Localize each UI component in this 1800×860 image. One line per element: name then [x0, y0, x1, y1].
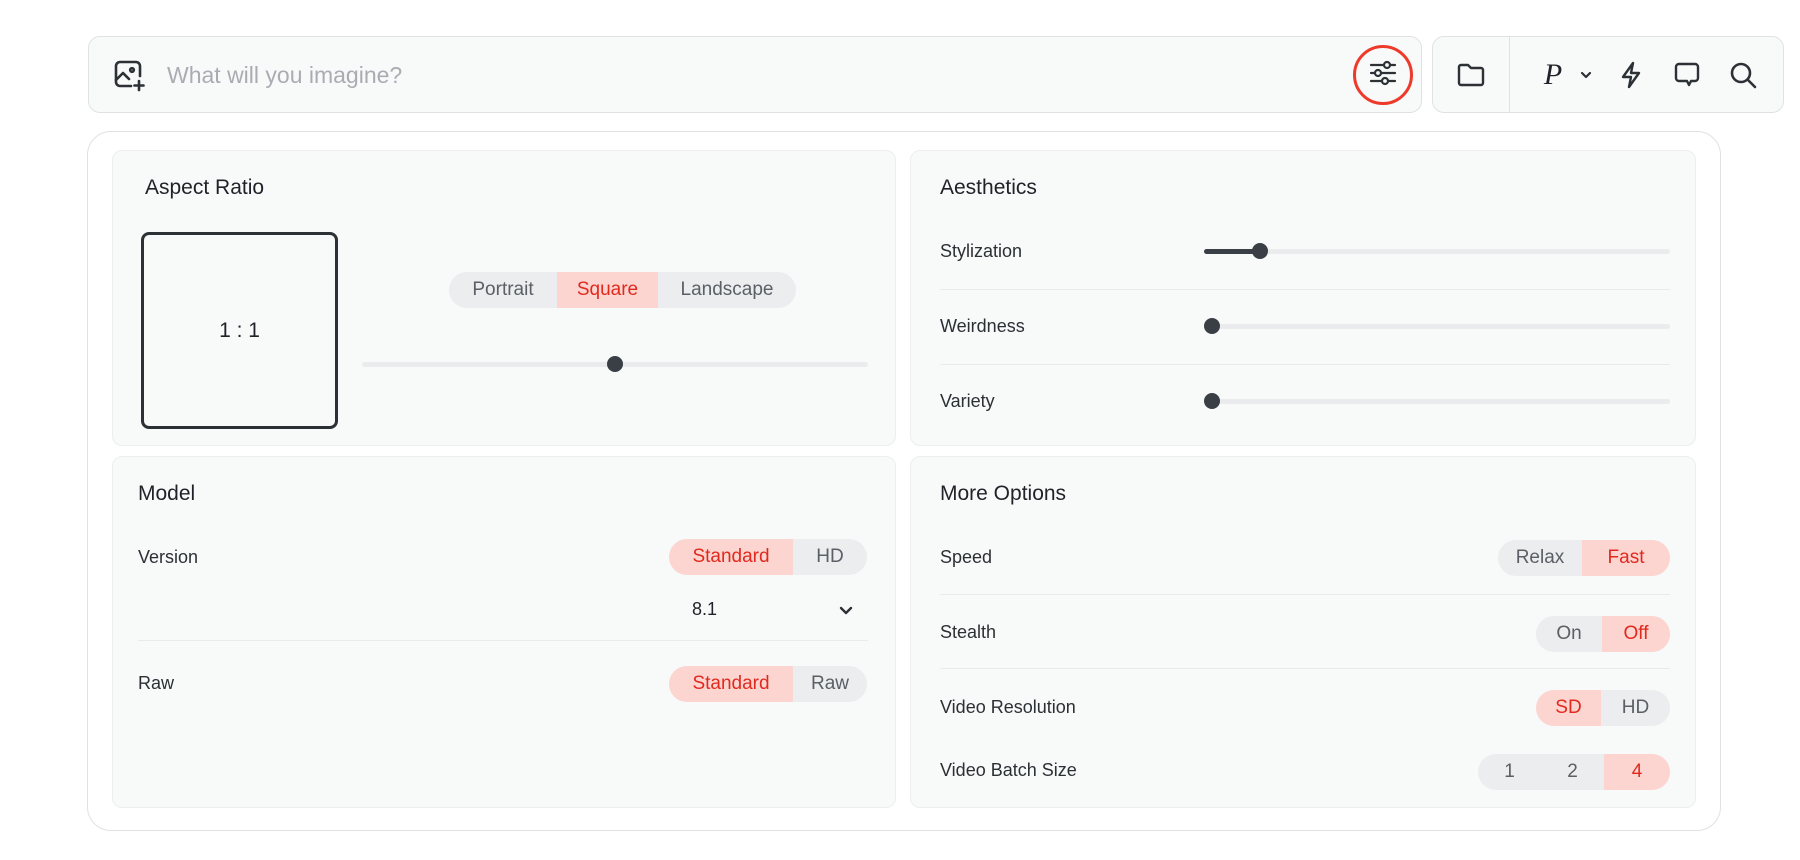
- personalize-label: P: [1543, 58, 1563, 91]
- personalize-button[interactable]: P: [1533, 57, 1573, 93]
- stealth-on[interactable]: On: [1536, 616, 1602, 652]
- orientation-landscape[interactable]: Landscape: [658, 272, 796, 308]
- video-resolution-selector: SD HD: [1536, 690, 1670, 726]
- model-card: [112, 456, 896, 808]
- speed-selector: Relax Fast: [1498, 540, 1670, 576]
- variety-label: Variety: [940, 391, 995, 411]
- chat-icon[interactable]: [1669, 57, 1705, 93]
- orientation-portrait[interactable]: Portrait: [449, 272, 557, 308]
- divider: [940, 289, 1670, 290]
- prompt-input[interactable]: [167, 55, 1267, 95]
- stylization-label: Stylization: [940, 241, 1023, 261]
- folder-icon[interactable]: [1453, 57, 1489, 93]
- lightning-icon[interactable]: [1613, 57, 1649, 93]
- version-selector: Standard HD: [669, 539, 867, 575]
- speed-label: Speed: [940, 547, 993, 567]
- slider-track: [1204, 249, 1670, 254]
- aspect-ratio-title: Aspect Ratio: [145, 176, 265, 199]
- raw-label: Raw: [138, 673, 175, 693]
- settings-button[interactable]: [1353, 45, 1413, 105]
- video-batch-size-selector: 1 2 4: [1478, 754, 1670, 790]
- toolbar-divider: [1509, 37, 1510, 112]
- slider-knob[interactable]: [1204, 318, 1220, 334]
- slider-track: [1212, 399, 1670, 404]
- raw-selector: Standard Raw: [669, 666, 867, 702]
- stylization-slider[interactable]: [1204, 231, 1670, 271]
- prompt-bar: [88, 36, 1422, 113]
- weirdness-label: Weirdness: [940, 316, 1025, 336]
- video-batch-4[interactable]: 4: [1604, 754, 1670, 790]
- speed-relax[interactable]: Relax: [1498, 540, 1582, 576]
- add-image-icon[interactable]: [111, 57, 147, 93]
- version-hd[interactable]: HD: [793, 539, 867, 575]
- video-resolution-hd[interactable]: HD: [1601, 690, 1670, 726]
- aesthetics-title: Aesthetics: [940, 176, 1037, 199]
- video-resolution-sd[interactable]: SD: [1536, 690, 1601, 726]
- orientation-selector: Portrait Square Landscape: [449, 272, 796, 308]
- stealth-off[interactable]: Off: [1602, 616, 1670, 652]
- version-label: Version: [138, 547, 199, 567]
- orientation-square[interactable]: Square: [557, 272, 658, 308]
- aspect-ratio-slider[interactable]: [362, 344, 868, 384]
- slider-knob[interactable]: [607, 356, 623, 372]
- divider: [940, 668, 1670, 669]
- version-number: 8.1: [692, 599, 718, 619]
- video-batch-2[interactable]: 2: [1541, 754, 1604, 790]
- sliders-icon: [1368, 58, 1398, 93]
- slider-knob[interactable]: [1252, 243, 1268, 259]
- divider: [940, 594, 1670, 595]
- version-standard[interactable]: Standard: [669, 539, 793, 575]
- chevron-down-icon[interactable]: [1575, 57, 1597, 93]
- aspect-ratio-preview: 1 : 1: [141, 232, 338, 429]
- model-title: Model: [138, 482, 196, 505]
- video-batch-size-label: Video Batch Size: [940, 760, 1077, 780]
- raw-standard[interactable]: Standard: [669, 666, 793, 702]
- tool-bar: P: [1432, 36, 1784, 113]
- version-number-select[interactable]: 8.1: [670, 592, 866, 628]
- stealth-label: Stealth: [940, 622, 997, 642]
- divider: [940, 364, 1670, 365]
- chevron-down-icon: [836, 600, 856, 625]
- slider-knob[interactable]: [1204, 393, 1220, 409]
- more-options-title: More Options: [940, 482, 1067, 505]
- video-resolution-label: Video Resolution: [940, 697, 1076, 717]
- variety-slider[interactable]: [1204, 381, 1670, 421]
- slider-track: [1212, 324, 1670, 329]
- speed-fast[interactable]: Fast: [1582, 540, 1670, 576]
- stealth-selector: On Off: [1536, 616, 1670, 652]
- search-icon[interactable]: [1725, 57, 1761, 93]
- raw-raw[interactable]: Raw: [793, 666, 867, 702]
- aspect-ratio-value: 1 : 1: [219, 318, 260, 342]
- weirdness-slider[interactable]: [1204, 306, 1670, 346]
- video-batch-1[interactable]: 1: [1478, 754, 1541, 790]
- divider: [138, 640, 868, 641]
